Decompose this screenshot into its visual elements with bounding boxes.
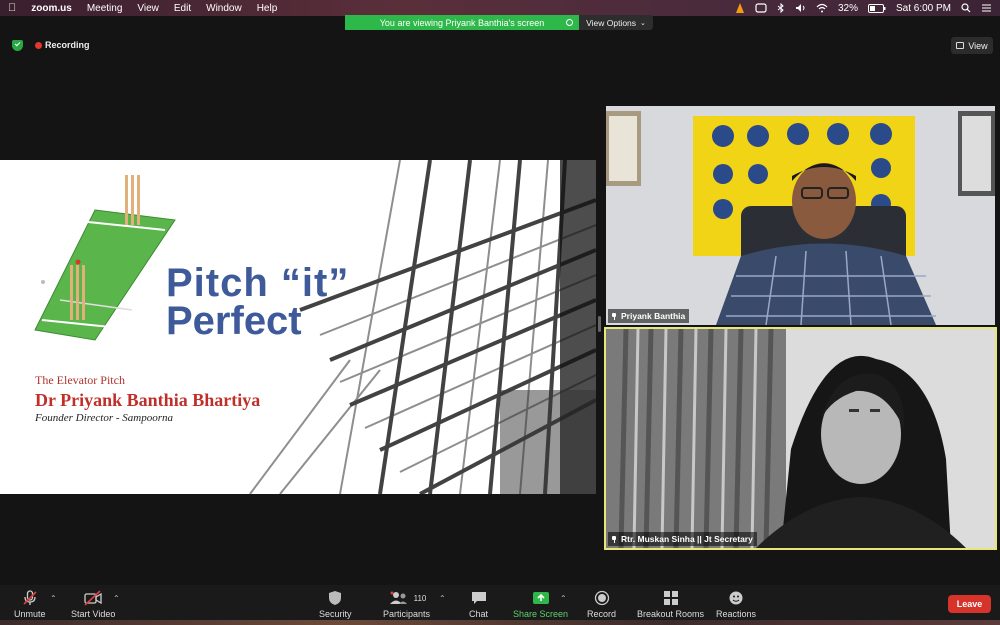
unmute-button[interactable]: Unmute xyxy=(14,589,46,619)
banner-status-icon xyxy=(566,19,573,26)
battery-percent: 32% xyxy=(837,2,858,14)
video-options-caret-icon[interactable]: ⌃ xyxy=(113,594,120,603)
reactions-label: Reactions xyxy=(716,609,757,619)
screen-share-banner: You are viewing Priyank Banthia's screen xyxy=(345,15,579,30)
grid-view-icon xyxy=(956,42,965,49)
volume-icon[interactable] xyxy=(795,3,806,13)
start-video-button[interactable]: Start Video xyxy=(71,589,115,619)
participant-video-feed xyxy=(606,106,995,325)
menu-window[interactable]: Window xyxy=(206,3,242,14)
menu-app-name[interactable]: zoom.us xyxy=(31,3,72,14)
slide-presenter-role: Founder Director - Sampoorna xyxy=(35,412,173,424)
menubar-clock[interactable]: Sat 6:00 PM xyxy=(896,3,951,14)
screen-share-banner-text: You are viewing Priyank Banthia's screen xyxy=(379,17,545,28)
participants-options-caret-icon[interactable]: ⌃ xyxy=(439,594,446,603)
security-label: Security xyxy=(319,609,352,619)
control-center-icon[interactable] xyxy=(981,3,992,13)
participant-video-feed xyxy=(606,329,995,548)
apple-menu-icon[interactable]:  xyxy=(8,2,16,14)
slide-title-line2: Perfect xyxy=(166,299,302,343)
dock-strip xyxy=(0,620,1000,625)
breakout-rooms-label: Breakout Rooms xyxy=(637,609,705,619)
view-options-button[interactable]: View Options ⌄ xyxy=(579,15,653,30)
vlc-icon[interactable] xyxy=(735,3,745,13)
slide-title: Pitch “it” Perfect xyxy=(166,261,350,343)
recording-label: Recording xyxy=(45,40,90,50)
security-button[interactable]: Security xyxy=(319,589,352,619)
unmute-label: Unmute xyxy=(14,609,46,619)
chat-label: Chat xyxy=(469,609,489,619)
slide-presenter-name: Dr Priyank Banthia Bhartiya xyxy=(35,390,261,410)
pin-icon xyxy=(611,312,617,320)
shield-icon xyxy=(328,589,342,607)
battery-icon[interactable] xyxy=(867,3,886,13)
menu-edit[interactable]: Edit xyxy=(174,3,191,14)
share-screen-arrow-icon xyxy=(532,589,550,607)
leave-button[interactable]: Leave xyxy=(948,595,991,613)
macos-menubar:  zoom.us Meeting View Edit Window Help … xyxy=(0,0,1000,16)
video-camera-off-icon xyxy=(84,589,102,607)
meeting-controls-toolbar: Unmute ⌃ Start Video ⌃ Security 110 Part… xyxy=(0,585,1000,625)
menu-meeting[interactable]: Meeting xyxy=(87,3,123,14)
chat-button[interactable]: Chat xyxy=(469,589,488,619)
slide-subtitle: The Elevator Pitch xyxy=(35,373,125,387)
participant-name-tag: Priyank Banthia xyxy=(608,309,690,323)
encryption-shield-icon[interactable] xyxy=(12,40,23,51)
pin-icon xyxy=(611,535,617,543)
share-options-caret-icon[interactable]: ⌃ xyxy=(560,594,567,603)
audio-options-caret-icon[interactable]: ⌃ xyxy=(50,594,57,603)
wifi-icon[interactable] xyxy=(816,3,828,13)
view-button-label: View xyxy=(968,40,988,51)
chat-bubble-icon xyxy=(471,589,487,607)
menu-view[interactable]: View xyxy=(137,3,159,14)
breakout-rooms-button[interactable]: Breakout Rooms xyxy=(637,589,704,619)
slide-title-line1: Pitch “it” xyxy=(166,261,350,305)
participants-label: Participants xyxy=(383,609,431,619)
start-video-label: Start Video xyxy=(71,609,116,619)
smiley-face-icon xyxy=(728,589,744,607)
video-tile-muskan[interactable]: Rtr. Muskan Sinha || Jt Secretary xyxy=(604,327,997,550)
reactions-button[interactable]: Reactions xyxy=(716,589,756,619)
participant-name: Priyank Banthia xyxy=(621,311,686,321)
breakout-rooms-grid-icon xyxy=(663,589,679,607)
spotlight-search-icon[interactable] xyxy=(961,3,971,13)
chevron-down-icon: ⌄ xyxy=(640,19,646,27)
record-label: Record xyxy=(587,609,617,619)
participants-button[interactable]: 110 Participants xyxy=(383,589,430,619)
participants-count: 110 xyxy=(413,593,427,603)
microphone-muted-icon xyxy=(22,589,38,607)
zoom-status-icon[interactable] xyxy=(755,3,767,13)
participant-name-tag: Rtr. Muskan Sinha || Jt Secretary xyxy=(608,532,757,546)
video-tile-priyank[interactable]: Priyank Banthia xyxy=(606,106,995,325)
panel-resize-handle[interactable] xyxy=(598,316,601,332)
recording-dot-icon xyxy=(35,42,42,49)
record-button[interactable]: Record xyxy=(587,589,616,619)
record-icon xyxy=(594,589,610,607)
menu-help[interactable]: Help xyxy=(257,3,278,14)
share-screen-label: Share Screen xyxy=(513,609,569,619)
view-button[interactable]: View xyxy=(951,37,993,54)
bluetooth-icon[interactable] xyxy=(777,3,785,13)
view-options-label: View Options xyxy=(586,17,637,28)
participants-icon: 110 xyxy=(387,589,427,607)
participant-name: Rtr. Muskan Sinha || Jt Secretary xyxy=(621,534,753,544)
